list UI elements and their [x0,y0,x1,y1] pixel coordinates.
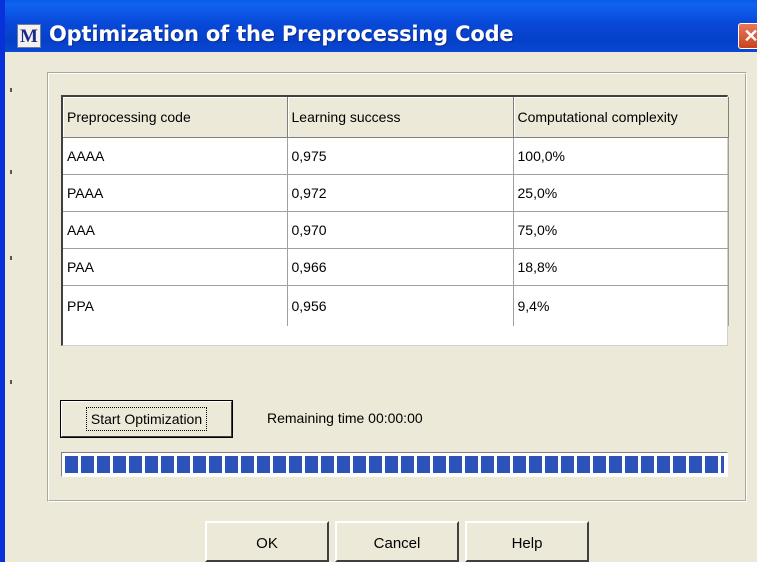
cell-preprocessing-code[interactable]: PAAA [63,174,288,212]
column-header-learning-success[interactable]: Learning success [287,97,514,138]
column-header-computational-complexity[interactable]: Computational complexity [513,97,729,138]
ok-button-label: OK [256,535,278,552]
cell-preprocessing-code[interactable]: AAA [63,211,288,249]
cell-learning-success[interactable]: 0,975 [287,137,514,175]
table-row[interactable]: PAAA 0,972 25,0% [63,174,729,212]
table-row[interactable]: AAA 0,970 75,0% [63,211,729,249]
cell-computational-complexity[interactable]: 75,0% [513,211,729,249]
table-row[interactable]: PPA 0,956 9,4% [63,285,729,326]
frame-tick [10,88,12,92]
app-icon: M [17,24,41,48]
title-bar[interactable]: M Optimization of the Preprocessing Code [5,0,757,52]
frame-tick [10,380,12,384]
cell-learning-success[interactable]: 0,970 [287,211,514,249]
start-optimization-button[interactable]: Start Optimization [60,400,233,438]
cell-learning-success[interactable]: 0,956 [287,285,514,326]
table-row[interactable]: AAAA 0,975 100,0% [63,137,729,175]
cell-computational-complexity[interactable]: 9,4% [513,285,729,326]
cell-computational-complexity[interactable]: 18,8% [513,248,729,286]
cancel-button[interactable]: Cancel [335,521,459,562]
help-button[interactable]: Help [465,521,589,562]
cell-preprocessing-code[interactable]: AAAA [63,137,288,175]
table-row[interactable]: PAA 0,966 18,8% [63,248,729,286]
frame-tick [10,170,12,174]
column-header-preprocessing-code[interactable]: Preprocessing code [63,97,288,138]
dialog-window: M Optimization of the Preprocessing Code… [0,0,757,562]
cell-computational-complexity[interactable]: 25,0% [513,174,729,212]
cell-computational-complexity[interactable]: 100,0% [513,137,729,175]
start-optimization-label: Start Optimization [85,407,208,431]
window-title: Optimization of the Preprocessing Code [49,22,514,46]
cell-preprocessing-code[interactable]: PAA [63,248,288,286]
table-header-row: Preprocessing code Learning success Comp… [63,97,729,138]
progress-fill [65,456,724,473]
cancel-button-label: Cancel [373,535,421,552]
close-icon[interactable]: ✕ [738,23,757,49]
cell-preprocessing-code[interactable]: PPA [63,285,288,326]
cell-learning-success[interactable]: 0,972 [287,174,514,212]
help-button-label: Help [511,535,543,552]
remaining-time-text: Remaining time 00:00:00 [267,410,423,426]
cell-learning-success[interactable]: 0,966 [287,248,514,286]
results-table[interactable]: Preprocessing code Learning success Comp… [61,95,729,346]
ok-button[interactable]: OK [205,521,329,562]
optimization-progress-bar [61,452,728,477]
frame-tick [10,256,12,260]
